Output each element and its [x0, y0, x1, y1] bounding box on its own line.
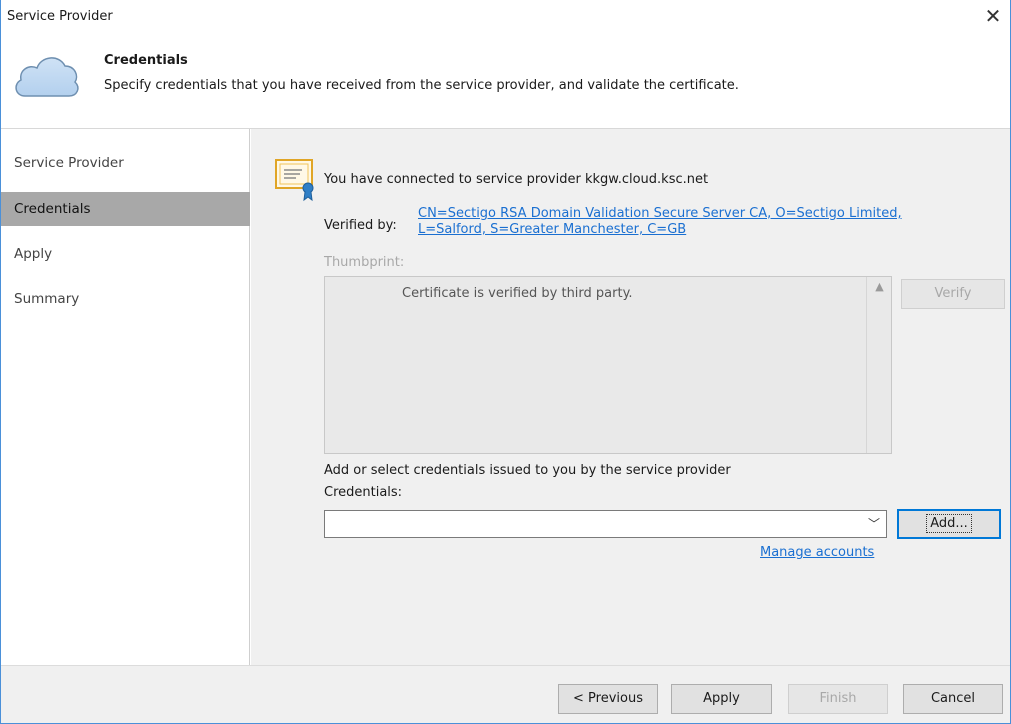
certificate-icon	[275, 159, 314, 202]
step-header: Credentials Specify credentials that you…	[1, 34, 1010, 129]
steps-sidebar: Service Provider Credentials Apply Summa…	[1, 129, 250, 665]
verified-by-link-line2: L=Salford, S=Greater Manchester, C=GB	[418, 222, 687, 237]
chevron-down-icon[interactable]: ﹀	[868, 515, 880, 532]
verify-button[interactable]: Verify	[901, 279, 1005, 309]
sidebar-item-label: Summary	[14, 291, 80, 307]
thumbprint-scrollbar[interactable]: ▲	[866, 277, 891, 453]
step-title: Credentials	[104, 53, 188, 68]
step-description: Specify credentials that you have receiv…	[104, 78, 739, 93]
thumbprint-text: Certificate is verified by third party.	[402, 286, 633, 301]
connected-message: You have connected to service provider k…	[324, 172, 709, 187]
finish-button[interactable]: Finish	[788, 684, 888, 714]
manage-accounts-link[interactable]: Manage accounts	[760, 545, 874, 560]
credentials-select[interactable]: ﹀	[324, 510, 887, 538]
thumbprint-label: Thumbprint:	[324, 255, 405, 270]
sidebar-item-apply[interactable]: Apply	[1, 237, 250, 271]
sidebar-item-label: Apply	[14, 246, 53, 262]
verified-by-link[interactable]: CN=Sectigo RSA Domain Validation Secure …	[418, 206, 902, 238]
scroll-up-icon[interactable]: ▲	[867, 280, 892, 300]
window-title: Service Provider	[7, 9, 113, 24]
verified-by-link-line1: CN=Sectigo RSA Domain Validation Secure …	[418, 206, 902, 221]
wizard-window: Service Provider ✕ Credentials Specify c…	[0, 0, 1011, 724]
sidebar-item-credentials[interactable]: Credentials	[1, 192, 250, 226]
sidebar-item-service-provider[interactable]: Service Provider	[1, 146, 250, 180]
previous-button[interactable]: < Previous	[558, 684, 658, 714]
cancel-button[interactable]: Cancel	[903, 684, 1003, 714]
cloud-icon	[15, 57, 79, 97]
add-credentials-button[interactable]: Add...	[897, 509, 1001, 539]
title-bar: Service Provider ✕	[1, 0, 1010, 34]
thumbprint-box: Certificate is verified by third party. …	[324, 276, 892, 454]
close-icon[interactable]: ✕	[980, 3, 1006, 29]
sidebar-item-label: Credentials	[14, 201, 91, 217]
sidebar-item-label: Service Provider	[14, 155, 124, 171]
verified-by-label: Verified by:	[324, 218, 397, 233]
wizard-footer: < Previous Apply Finish Cancel	[1, 665, 1010, 723]
add-button-label: Add...	[926, 514, 972, 533]
main-panel: You have connected to service provider k…	[251, 129, 1010, 665]
sidebar-item-summary[interactable]: Summary	[1, 282, 250, 316]
apply-button[interactable]: Apply	[671, 684, 772, 714]
credentials-label: Credentials:	[324, 485, 403, 500]
add-credentials-instruction: Add or select credentials issued to you …	[324, 463, 731, 478]
